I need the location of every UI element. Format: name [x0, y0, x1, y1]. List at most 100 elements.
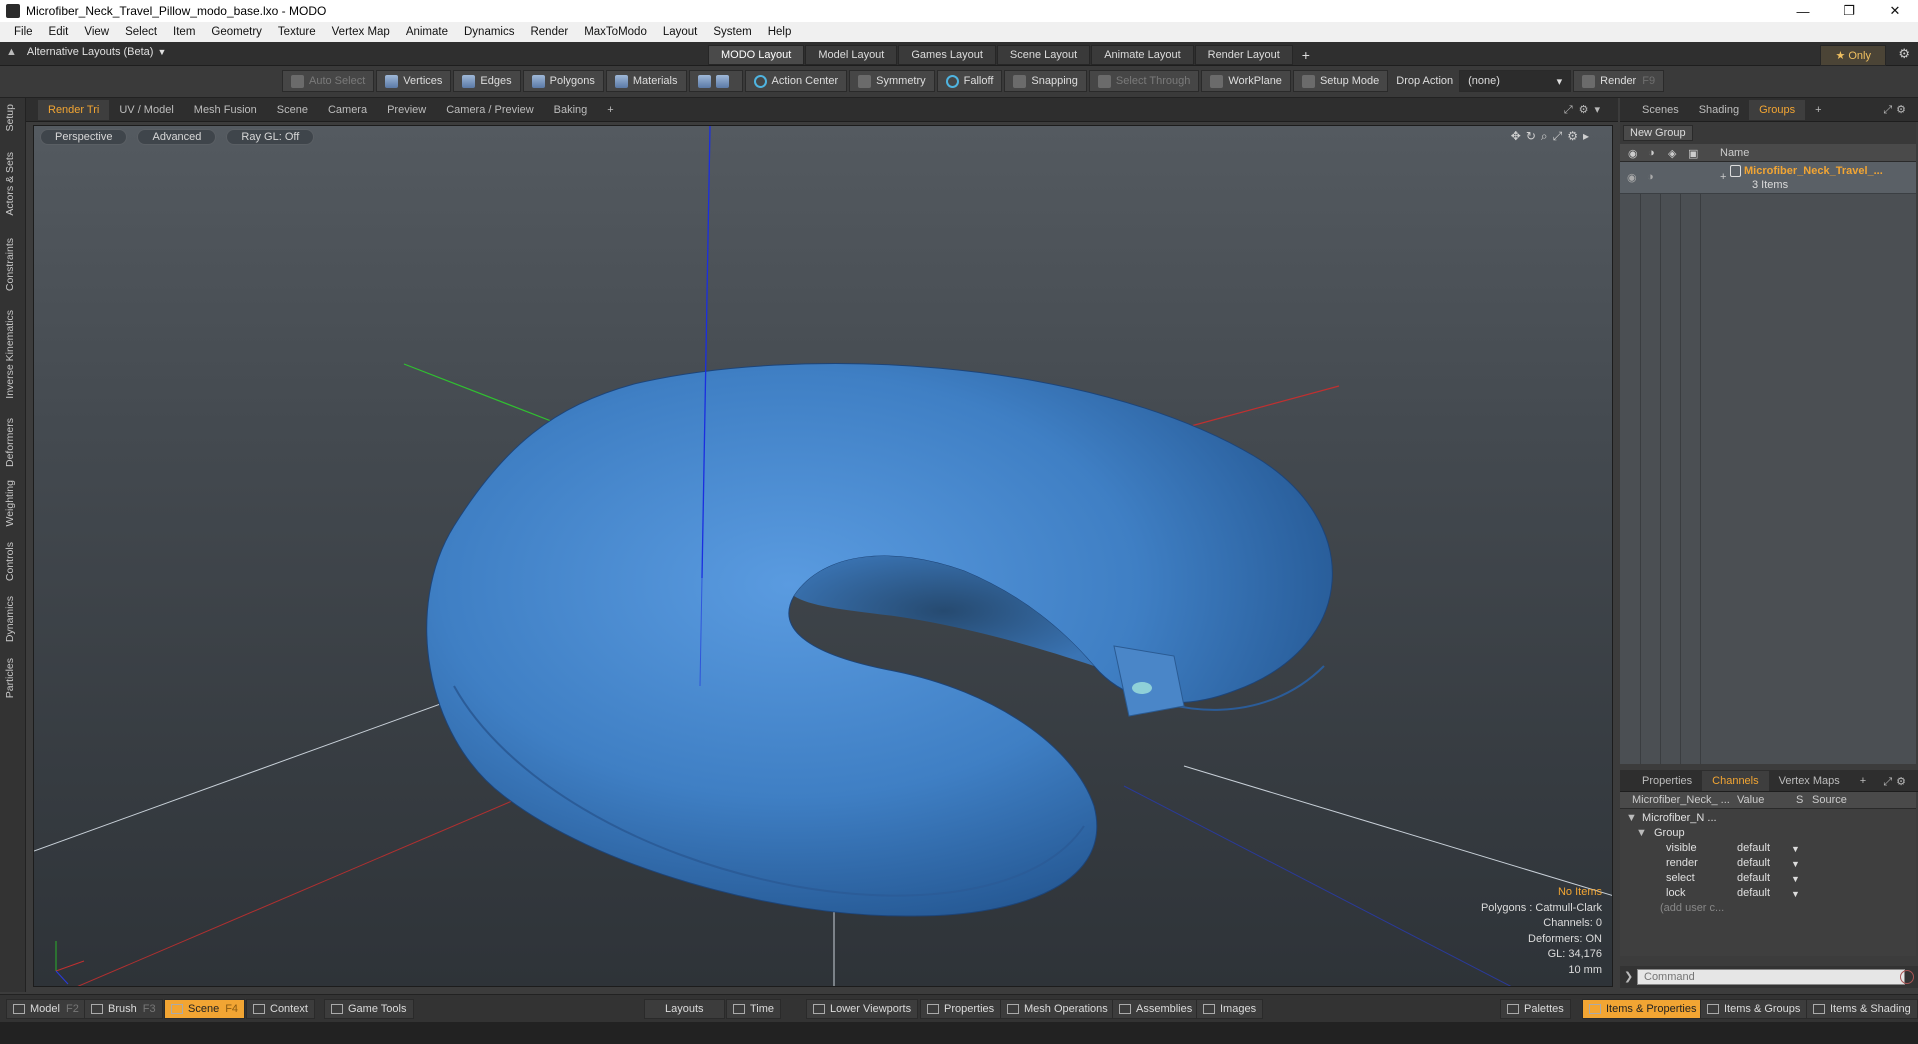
chevron-down-icon[interactable]: ▼ — [1791, 874, 1800, 884]
menu-vertex-map[interactable]: Vertex Map — [324, 26, 398, 38]
channel-value-select[interactable]: default — [1737, 872, 1770, 884]
tab-render-layout[interactable]: Render Layout — [1194, 45, 1293, 65]
tab-scene[interactable]: Scene — [267, 100, 318, 120]
tab-model-layout[interactable]: Model Layout — [805, 45, 898, 65]
vtab-inverse-kinematics[interactable]: Inverse Kinematics — [4, 310, 16, 399]
panel-expand-icon[interactable]: ⤢⚙ — [1883, 103, 1910, 117]
visibility-eye-icon[interactable]: ◉ — [1628, 147, 1638, 160]
group-row[interactable]: ◉ ◑ + Microfiber_Neck_Travel_... 3 Items — [1620, 162, 1916, 194]
channel-value-visible[interactable]: default — [1737, 842, 1770, 854]
panel-expand-icon-2[interactable]: ⤢⚙ — [1883, 775, 1910, 789]
row-visibility-icon[interactable]: ◉ — [1627, 171, 1637, 184]
vtab-deformers[interactable]: Deformers — [4, 418, 16, 467]
add-layout-button[interactable]: + — [1294, 45, 1318, 65]
channel-item-header[interactable]: Microfiber_Neck_ ... — [1632, 794, 1730, 806]
menu-geometry[interactable]: Geometry — [203, 26, 270, 38]
items-properties-button[interactable]: Items & Properties — [1582, 999, 1704, 1019]
collapse-triangle-icon[interactable]: ▼ — [1636, 827, 1647, 839]
tab-animate-layout[interactable]: Animate Layout — [1091, 45, 1194, 65]
brush-button[interactable]: Brush F3 — [84, 999, 163, 1019]
vtab-particles[interactable]: Particles — [4, 658, 16, 698]
advanced-dropdown[interactable]: Advanced — [137, 129, 217, 145]
materials-button[interactable]: Materials — [605, 70, 687, 92]
collapse-triangle-icon[interactable]: ▼ — [1626, 812, 1637, 824]
chevron-down-icon[interactable]: ▼ — [1791, 844, 1800, 854]
time-button[interactable]: Time — [726, 999, 782, 1019]
vtab-weighting[interactable]: Weighting — [4, 480, 16, 527]
assemblies-button[interactable]: Assemblies — [1112, 999, 1200, 1019]
name-column-header[interactable]: Name — [1720, 147, 1749, 159]
collapse-up-icon[interactable]: ▲ — [6, 46, 17, 58]
menu-dynamics[interactable]: Dynamics — [456, 26, 522, 38]
render-button[interactable]: Render F9 — [1573, 70, 1665, 92]
tab-baking[interactable]: Baking — [544, 100, 598, 120]
tab-modo-layout[interactable]: MODO Layout — [708, 45, 805, 65]
component-mode-icons[interactable] — [688, 70, 743, 92]
tab-mesh-fusion[interactable]: Mesh Fusion — [184, 100, 267, 120]
viewport-expand-gear-icons[interactable]: ⤢⚙▾ — [1564, 103, 1606, 117]
tab-shading[interactable]: Shading — [1689, 100, 1749, 120]
command-history-icon[interactable]: ❯ — [1624, 970, 1633, 983]
edges-button[interactable]: Edges — [453, 70, 521, 92]
scene-button[interactable]: Scene F4 — [164, 999, 246, 1019]
s-column-header[interactable]: S — [1796, 794, 1803, 806]
menu-view[interactable]: View — [76, 26, 117, 38]
groups-list[interactable]: ◉ ◑ + Microfiber_Neck_Travel_... 3 Items — [1620, 162, 1916, 764]
action-center-button[interactable]: Action Center — [744, 70, 848, 92]
3d-viewport[interactable]: Perspective Advanced Ray GL: Off ✥↻⌕⤢⚙▸ … — [33, 125, 1613, 987]
value-column-header[interactable]: Value — [1737, 794, 1764, 806]
tab-uv-model[interactable]: UV / Model — [109, 100, 183, 120]
maximize-button[interactable]: ❐ — [1826, 0, 1872, 22]
new-group-button[interactable]: New Group — [1623, 125, 1693, 141]
lock-icon[interactable]: ◈ — [1668, 147, 1676, 160]
gear-icon[interactable]: ⚙ — [1898, 46, 1910, 62]
ray-gl-toggle[interactable]: Ray GL: Off — [226, 129, 315, 145]
tab-vertex-maps[interactable]: Vertex Maps — [1769, 771, 1850, 791]
menu-help[interactable]: Help — [760, 26, 800, 38]
drop-action-select[interactable]: (none) ▾ — [1459, 70, 1572, 92]
select-icon[interactable]: ▣ — [1688, 147, 1698, 160]
channel-value-lock[interactable]: default — [1737, 887, 1770, 899]
add-user-channel[interactable]: (add user c... — [1660, 902, 1724, 914]
menu-edit[interactable]: Edit — [41, 26, 77, 38]
tab-preview[interactable]: Preview — [377, 100, 436, 120]
source-column-header[interactable]: Source — [1812, 794, 1847, 806]
polygons-button[interactable]: Polygons — [522, 70, 604, 92]
layouts-button[interactable]: Layouts — [644, 999, 725, 1019]
chevron-down-icon[interactable]: ▼ — [1791, 859, 1800, 869]
tab-camera-preview[interactable]: Camera / Preview — [436, 100, 543, 120]
snapping-button[interactable]: Snapping — [1004, 70, 1087, 92]
viewport-nav-icons[interactable]: ✥↻⌕⤢⚙▸ — [1511, 129, 1594, 144]
select-through-button[interactable]: Select Through — [1088, 70, 1200, 92]
row-render-icon[interactable]: ◑ — [1647, 171, 1654, 183]
auto-select-button[interactable]: Auto Select — [282, 70, 375, 92]
vtab-dynamics[interactable]: Dynamics — [4, 596, 16, 642]
perspective-dropdown[interactable]: Perspective — [40, 129, 128, 145]
vtab-constraints[interactable]: Constraints — [4, 238, 16, 291]
tab-render-tri[interactable]: Render Tri — [38, 99, 110, 120]
channel-row-add-user[interactable]: (add user c... — [1620, 900, 1916, 918]
menu-item[interactable]: Item — [165, 26, 203, 38]
items-shading-button[interactable]: Items & Shading — [1806, 999, 1918, 1019]
menu-select[interactable]: Select — [117, 26, 165, 38]
menu-system[interactable]: System — [705, 26, 759, 38]
channel-value-render[interactable]: default — [1737, 857, 1770, 869]
palettes-button[interactable]: Palettes — [1500, 999, 1571, 1019]
symmetry-button[interactable]: Symmetry — [849, 70, 935, 92]
properties-button[interactable]: Properties — [920, 999, 1002, 1019]
tab-scene-layout[interactable]: Scene Layout — [996, 45, 1091, 65]
game-tools-button[interactable]: Game Tools — [324, 999, 414, 1019]
items-groups-button[interactable]: Items & Groups — [1700, 999, 1808, 1019]
vertices-button[interactable]: Vertices — [376, 70, 452, 92]
mesh-operations-button[interactable]: Mesh Operations — [1000, 999, 1115, 1019]
setup-mode-button[interactable]: Setup Mode — [1292, 70, 1389, 92]
tab-properties[interactable]: Properties — [1632, 771, 1702, 791]
falloff-button[interactable]: Falloff — [936, 70, 1003, 92]
tab-groups[interactable]: Groups — [1749, 99, 1806, 120]
close-button[interactable]: ✕ — [1872, 0, 1918, 22]
menu-file[interactable]: File — [6, 26, 41, 38]
only-toggle[interactable]: ★ Only — [1820, 45, 1886, 66]
command-input[interactable] — [1637, 969, 1905, 985]
lower-viewports-button[interactable]: Lower Viewports — [806, 999, 919, 1019]
vtab-setup[interactable]: Setup — [4, 104, 16, 131]
